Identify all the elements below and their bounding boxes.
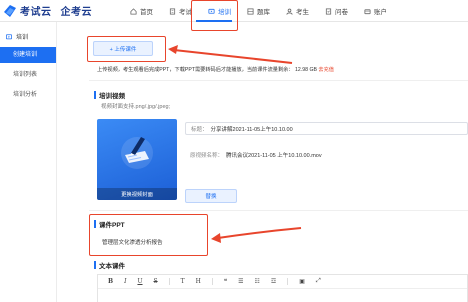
upload-notice: 上传视频，考生观看后完成PPT，下载PPT需要转码后才能播放，当前课件流量剩余：… (97, 66, 334, 73)
annotation-arrow (168, 45, 293, 64)
section-accent-bar (94, 91, 96, 99)
divider (89, 210, 468, 211)
toolbar-separator (287, 278, 289, 285)
notice-text: 上传视频，考生观看后完成PPT，下载PPT需要转码后才能播放，当前课件流量剩余： (97, 67, 294, 73)
logo[interactable]: 考试云 企考云 (3, 3, 92, 18)
align-icon[interactable]: ☲ (271, 278, 276, 285)
upload-courseware-button[interactable]: + 上传课件 (93, 41, 153, 56)
cover-format-hint: 视频封面支持.png/.jpg/.jpeg; (101, 104, 171, 110)
nav-item-label: 账户 (374, 9, 387, 16)
account-icon (364, 8, 371, 14)
nav-item-account[interactable]: 账户 (356, 0, 395, 22)
section-accent-bar (94, 220, 96, 228)
editor-toolbar: B I U S T H ❝ ☰ ☷ ☲ ▣ ⤢ (98, 275, 467, 289)
video-file-field: 原视频名称： 腾讯会议2021-11-05 上午10.10.00.mov (185, 148, 468, 161)
nav-item-question-bank[interactable]: 题库 (239, 0, 278, 22)
divider (89, 80, 468, 81)
main-nav: 首页 考试 培训 题库 考生 问卷 账户 (122, 0, 395, 22)
list-icon[interactable]: ☰ (238, 278, 243, 285)
question-bank-icon (247, 7, 254, 15)
logo-text: 考试云 (20, 7, 52, 18)
quota-value: 12.98 GB (295, 67, 317, 73)
exam-icon (169, 7, 176, 15)
nav-item-home[interactable]: 首页 (122, 0, 161, 22)
video-cover[interactable]: 更换视频封面 (97, 119, 177, 200)
sidebar: 培训 创建培训 培训列表 培训分析 (0, 22, 57, 302)
nav-item-label: 题库 (257, 9, 270, 16)
replace-video-button[interactable]: 替换 (185, 189, 237, 203)
training-icon (6, 33, 12, 39)
home-icon (130, 7, 137, 15)
section-title-text: 培训视频 (99, 93, 125, 100)
section-title-text: 课件PPT (99, 222, 125, 229)
nav-item-survey[interactable]: 问卷 (317, 0, 356, 22)
nav-item-label: 首页 (140, 9, 153, 16)
section-title-video: 培训视频 (94, 90, 125, 100)
strikethrough-button[interactable]: S (154, 278, 158, 285)
fullscreen-icon[interactable]: ⤢ (316, 278, 321, 285)
toolbar-separator (211, 278, 213, 285)
recharge-link[interactable]: 去充值 (318, 67, 334, 73)
ordered-list-icon[interactable]: ☷ (255, 278, 260, 285)
ppt-file-name[interactable]: 管理层文化渗透分析报告 (102, 238, 163, 246)
heading-button[interactable]: H (196, 278, 201, 285)
examinee-icon (286, 8, 293, 15)
nav-item-label: 问卷 (335, 9, 348, 16)
writing-illustration-icon (125, 137, 149, 163)
toolbar-separator (168, 278, 170, 285)
change-cover-label[interactable]: 更换视频封面 (97, 188, 177, 200)
sidebar-item-training-analysis[interactable]: 培训分析 (0, 87, 56, 103)
underline-button[interactable]: U (137, 278, 142, 285)
field-value: 分享讲解2021-11-05上午10.10.00 (210, 126, 293, 133)
nav-item-label: 考生 (296, 9, 309, 16)
video-title-field[interactable]: 标题： 分享讲解2021-11-05上午10.10.00 (185, 122, 468, 135)
survey-icon (325, 7, 332, 15)
bold-button[interactable]: B (108, 278, 113, 285)
field-value: 腾讯会议2021-11-05 上午10.10.00.mov (226, 152, 322, 159)
section-title-text-courseware: 文本课件 (94, 260, 125, 270)
quote-icon[interactable]: ❝ (224, 278, 227, 285)
section-title-ppt: 课件PPT (94, 219, 125, 229)
italic-button[interactable]: I (124, 278, 126, 285)
sidebar-header-label: 培训 (16, 35, 29, 41)
annotation-arrow (211, 227, 302, 243)
rich-text-editor[interactable]: B I U S T H ❝ ☰ ☷ ☲ ▣ ⤢ (97, 274, 468, 302)
field-label: 标题： (191, 126, 208, 133)
nav-item-examinee[interactable]: 考生 (278, 0, 317, 22)
main-content: + 上传课件 上传视频，考生观看后完成PPT，下载PPT需要转码后才能播放，当前… (57, 22, 468, 302)
font-size-button[interactable]: T (181, 278, 185, 285)
logo-mark-icon (4, 4, 16, 17)
sidebar-item-create-training[interactable]: 创建培训 (0, 47, 56, 63)
image-icon[interactable]: ▣ (299, 278, 305, 285)
company-name: 企考云 (60, 7, 92, 18)
field-label: 原视频名称： (190, 152, 224, 159)
sidebar-item-training-list[interactable]: 培训列表 (0, 67, 56, 83)
sidebar-header: 培训 (0, 22, 56, 41)
section-accent-bar (94, 261, 96, 269)
section-title-text: 文本课件 (99, 263, 125, 270)
